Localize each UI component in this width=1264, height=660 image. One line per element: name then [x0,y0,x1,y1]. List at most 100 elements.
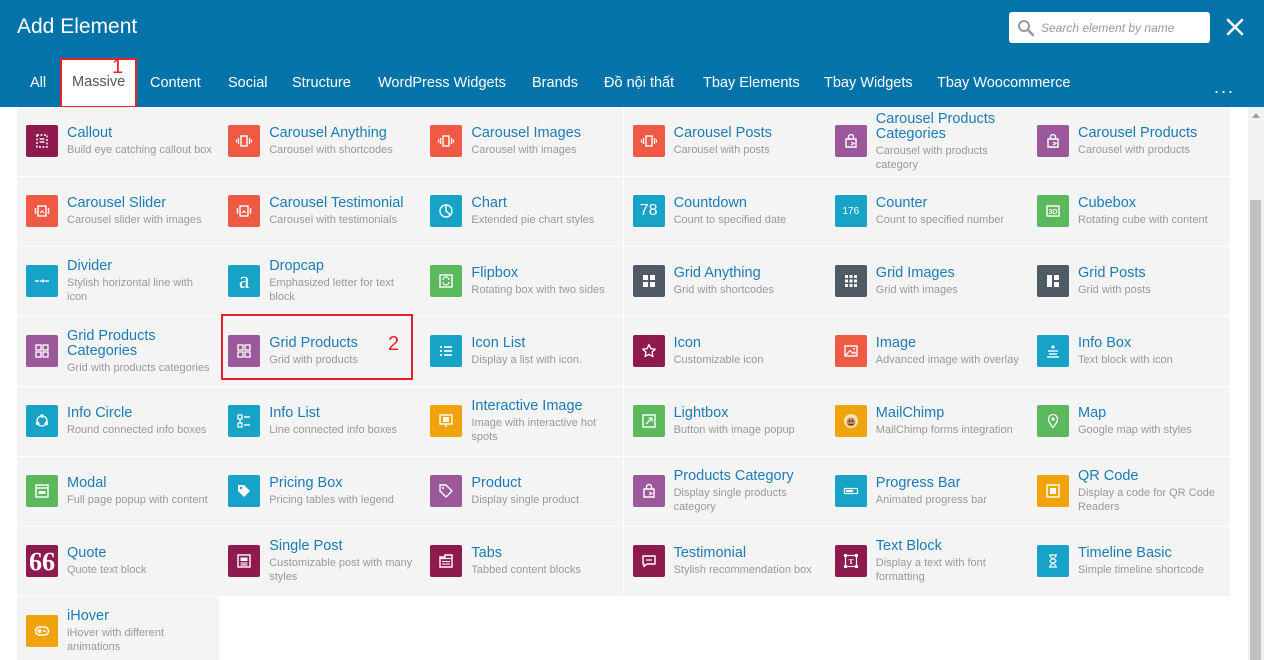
element-card[interactable]: Chart Extended pie chart styles [421,177,624,246]
element-card[interactable]: Icon Customizable icon [623,317,826,386]
element-card[interactable]: Tabs Tabbed content blocks [421,527,624,596]
tab-tbay-elements[interactable]: Tbay Elements [703,59,800,107]
element-card[interactable]: Carousel Anything Carousel with shortcode… [219,107,422,176]
element-card[interactable]: Divider Stylish horizontal line with icon [17,247,219,316]
search-input[interactable] [1041,17,1201,38]
tab-content[interactable]: Content [150,59,201,107]
callout-icon [26,125,58,157]
element-card[interactable]: 99 Quote Quote text block [17,527,219,596]
element-card[interactable]: Carousel Images Carousel with images [421,107,624,176]
element-description: iHover with different animations [67,627,165,653]
element-name: Counter [875,195,928,211]
search-box[interactable] [1009,12,1210,43]
element-description: Carousel with testimonials [269,214,397,226]
element-card[interactable]: Grid Posts Grid with posts [1028,247,1230,316]
element-name: Product [471,475,522,491]
element-card[interactable]: Product Display single product [421,457,624,526]
element-card[interactable]: 176 Counter Count to specified number [825,177,1028,246]
element-card[interactable]: Grid Products Categories Grid with produc… [17,317,219,386]
element-description: Carousel with shortcodes [269,144,393,156]
icon-glyph: 99 [29,547,55,576]
element-name: Carousel Testimonial [269,195,404,211]
element-description: Carousel with products [1078,144,1190,156]
element-name: Grid Posts [1078,265,1146,281]
modal-icon [26,475,58,507]
element-card[interactable]: Callout Build eye catching callout box [17,107,219,176]
element-description: Carousel with images [471,144,577,156]
annotation-box-grid-products [221,314,413,380]
element-card[interactable]: Grid Anything Grid with shortcodes [623,247,826,316]
speech-icon [632,545,665,577]
element-name: iHover [67,608,109,624]
cube-icon: 3D [1037,195,1069,227]
element-description: Tabbed content blocks [471,564,581,576]
element-description: Advanced image with overlay [875,354,1019,366]
element-card[interactable]: Progress Bar Animated progress bar [825,457,1028,526]
more-tabs-icon[interactable]: ... [1214,77,1235,98]
element-description: Stylish recommendation box [673,564,812,576]
element-name: Progress Bar [875,475,961,491]
element-card[interactable]: Carousel Posts Carousel with posts [623,107,826,176]
scroll-up-icon[interactable] [1252,113,1260,118]
element-card[interactable]: iHover iHover with different animations [17,597,219,660]
element-card[interactable]: Modal Full page popup with content [17,457,219,526]
tab-do-noi-that[interactable]: Đồ nội thất [604,59,674,107]
element-description: Quote text block [67,564,147,576]
element-name: QR Code [1078,468,1139,484]
element-card[interactable]: T Text Block Display a text with font form… [825,527,1028,596]
element-card[interactable]: Timeline Basic Simple timeline shortcode [1028,527,1230,596]
svg-text:3D: 3D [1049,209,1058,216]
element-card[interactable]: Interactive Image Image with interactive … [421,387,624,456]
scrollbar[interactable] [1248,107,1264,660]
element-card[interactable]: Carousel Slider Carousel slider with imag… [17,177,219,246]
tab-social[interactable]: Social [228,59,268,107]
element-description: Pricing tables with legend [269,494,394,506]
element-card[interactable]: Products Category Display single products… [623,457,826,526]
element-description: Display a text with font formatting [875,557,986,583]
search-icon [1018,20,1035,37]
element-card[interactable]: 3D Cubebox Rotating cube with content [1028,177,1230,246]
tab-tbay-woocommerce[interactable]: Tbay Woocommerce [937,59,1071,107]
scroll-thumb[interactable] [1250,200,1261,660]
element-name: Grid Anything [673,265,761,281]
icon-glyph: a [238,267,250,294]
element-card[interactable]: Carousel Testimonial Carousel with testim… [219,177,422,246]
element-card[interactable]: Info Box Text block with icon [1028,317,1230,386]
bag-icon [632,475,665,507]
element-card[interactable]: Flipbox Rotating box with two sides [421,247,624,316]
element-card[interactable]: Grid Images Grid with images [825,247,1028,316]
annotation-number-1: 1 [112,56,124,78]
mailchimp-icon [834,405,867,437]
element-description: Rotating cube with content [1078,214,1208,226]
element-card[interactable]: Lightbox Button with image popup [623,387,826,456]
close-icon[interactable] [1224,16,1246,38]
element-description: Animated progress bar [875,494,988,506]
element-description: Display a list with icon. [471,354,583,366]
element-card[interactable]: Pricing Box Pricing tables with legend [219,457,422,526]
tab-tbay-widgets[interactable]: Tbay Widgets [824,59,913,107]
tab-wordpress-widgets[interactable]: WordPress Widgets [378,59,506,107]
list-icon [430,335,463,367]
info-box-icon [1037,335,1069,367]
element-description: Rotating box with two sides [471,284,605,296]
element-description: Emphasized letter for text block [269,277,394,303]
grid-icon [632,265,665,297]
element-card[interactable]: MailChimp MailChimp forms integration [825,387,1028,456]
element-card[interactable]: Info List Line connected info boxes [219,387,422,456]
element-card[interactable]: QR Code Display a code for QR Code Reader… [1028,457,1230,526]
element-card[interactable]: Carousel Products Categories Carousel wit… [825,107,1028,176]
tab-structure[interactable]: Structure [292,59,351,107]
element-card[interactable]: Image Advanced image with overlay [825,317,1028,386]
element-card[interactable]: Map Google map with styles [1028,387,1230,456]
element-card[interactable]: Carousel Products Carousel with products [1028,107,1230,176]
element-card[interactable]: Info Circle Round connected info boxes [17,387,219,456]
element-card[interactable]: Icon List Display a list with icon. [421,317,624,386]
element-card[interactable]: Testimonial Stylish recommendation box [623,527,826,596]
element-card[interactable]: Single Post Customizable post with many s… [219,527,422,596]
tab-brands[interactable]: Brands [532,59,578,107]
element-card[interactable]: a Dropcap Emphasized letter for text block [219,247,422,316]
tab-all[interactable]: All [30,59,46,107]
element-description: Grid with images [875,284,958,296]
element-name: MailChimp [875,405,945,421]
element-card[interactable]: 78 Countdown Count to specified date [623,177,826,246]
